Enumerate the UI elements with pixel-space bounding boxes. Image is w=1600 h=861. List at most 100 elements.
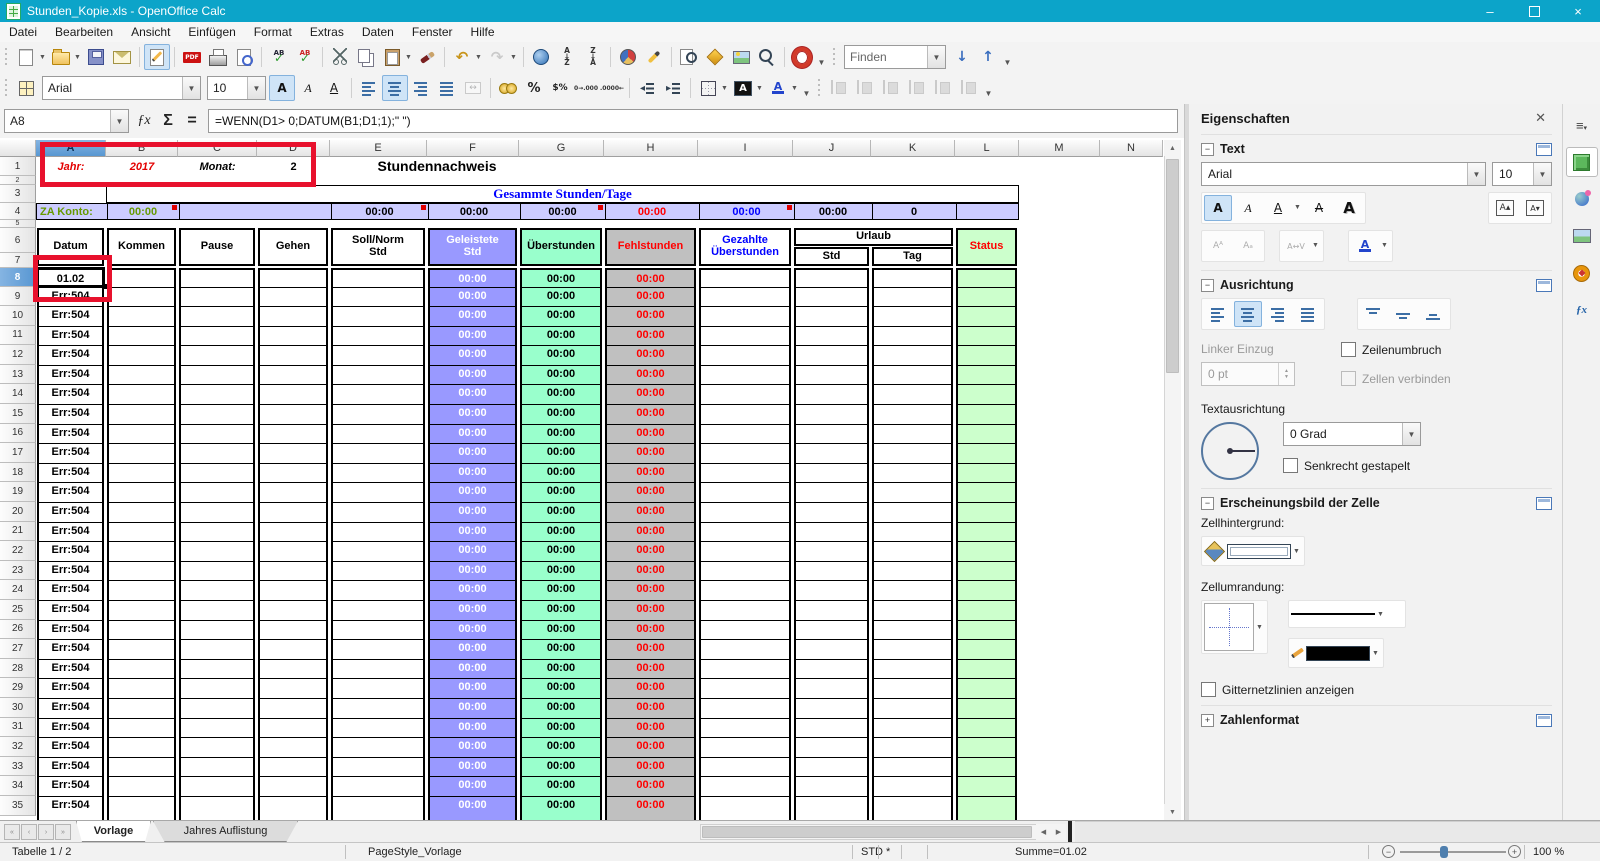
- collapse-text-section-icon[interactable]: −: [1201, 142, 1214, 156]
- sidebar-close-icon[interactable]: ✕: [1529, 110, 1552, 126]
- percent-format-button[interactable]: [521, 75, 547, 101]
- row-header-26[interactable]: 26: [0, 619, 36, 640]
- row-header-14[interactable]: 14: [0, 384, 36, 404]
- menu-daten[interactable]: Daten: [353, 23, 403, 41]
- scroll-down-icon[interactable]: ▼: [1164, 804, 1181, 820]
- cell-G26[interactable]: 00:00: [522, 620, 600, 640]
- cell-H12[interactable]: 00:00: [607, 345, 694, 365]
- table-header-soll-norm-std[interactable]: Soll/Norm Std: [331, 228, 425, 266]
- increase-indent-button[interactable]: [660, 75, 686, 101]
- cell-H23[interactable]: 00:00: [607, 561, 694, 581]
- open-button[interactable]: [48, 44, 74, 70]
- cell-G11[interactable]: 00:00: [522, 326, 600, 346]
- border-line-style-select[interactable]: ▼: [1288, 600, 1406, 628]
- cell-H24[interactable]: 00:00: [607, 580, 694, 600]
- cell-H27[interactable]: 00:00: [607, 639, 694, 659]
- cell-A29[interactable]: Err:504: [39, 678, 102, 698]
- border-picker-dropdown[interactable]: ▼: [1254, 615, 1265, 639]
- za-value-b4[interactable]: 00:00: [107, 204, 179, 219]
- cell-A16[interactable]: Err:504: [39, 424, 102, 444]
- standard-format-button[interactable]: [547, 75, 573, 101]
- cell-A14[interactable]: Err:504: [39, 384, 102, 404]
- cell-G18[interactable]: 00:00: [522, 463, 600, 483]
- cell-F21[interactable]: 00:00: [430, 522, 515, 542]
- cell-A35[interactable]: Err:504: [39, 796, 102, 816]
- cell-A17[interactable]: Err:504: [39, 443, 102, 463]
- sidebar-font-color-button[interactable]: [1351, 233, 1379, 259]
- cell-A32[interactable]: Err:504: [39, 737, 102, 757]
- rotation-degrees-dropdown-icon[interactable]: ▼: [1402, 423, 1420, 445]
- align-center-button[interactable]: [382, 75, 408, 101]
- cell-G16[interactable]: 00:00: [522, 424, 600, 444]
- merge-cells-button[interactable]: [460, 75, 486, 101]
- page-style[interactable]: PageStyle_Vorlage: [368, 843, 462, 861]
- cell-H26[interactable]: 00:00: [607, 620, 694, 640]
- column-J-data[interactable]: [794, 268, 869, 820]
- column-E-data[interactable]: [331, 268, 425, 820]
- superscript-button[interactable]: Aᴬ: [1204, 233, 1232, 259]
- selection-mode[interactable]: STD: [861, 843, 883, 861]
- horizontal-scrollbar-thumb[interactable]: [702, 826, 1032, 838]
- cell-A19[interactable]: Err:504: [39, 482, 102, 502]
- close-button[interactable]: ×: [1556, 0, 1600, 22]
- summary-heading-cell[interactable]: Gesammte Stunden/Tage: [106, 185, 1019, 203]
- sidebar-strikethrough-button[interactable]: [1305, 195, 1333, 221]
- equals-button[interactable]: =: [180, 110, 204, 132]
- sheet-tab-jahres-auflistung[interactable]: Jahres Auflistung: [153, 821, 298, 842]
- sidebar-align-right-button[interactable]: [1264, 301, 1292, 327]
- cell-A33[interactable]: Err:504: [39, 757, 102, 777]
- sidebar-tab-styles[interactable]: [1566, 184, 1598, 214]
- cell-F34[interactable]: 00:00: [430, 776, 515, 796]
- cell-G9[interactable]: 00:00: [522, 287, 600, 306]
- cell-G32[interactable]: 00:00: [522, 737, 600, 757]
- cell-H31[interactable]: 00:00: [607, 718, 694, 738]
- cell-F32[interactable]: 00:00: [430, 737, 515, 757]
- scroll-up-icon[interactable]: ▲: [1164, 140, 1181, 156]
- sort-descending-button[interactable]: Z ↓ A: [580, 44, 606, 70]
- column-H-data[interactable]: 00:00 00:00 00:00 00:00 00:00 00:00 00:00 00:00…: [605, 268, 696, 820]
- new-document-button[interactable]: [13, 44, 39, 70]
- minimize-button[interactable]: –: [1468, 0, 1512, 22]
- find-next-button[interactable]: [949, 44, 975, 70]
- cell-F18[interactable]: 00:00: [430, 463, 515, 483]
- add-decimal-button[interactable]: [573, 75, 599, 101]
- cell-H22[interactable]: 00:00: [607, 541, 694, 561]
- sidebar-align-left-button[interactable]: [1204, 301, 1232, 327]
- cell-A15[interactable]: Err:504: [39, 404, 102, 424]
- cell-G13[interactable]: 00:00: [522, 365, 600, 385]
- previous-sheet-button[interactable]: ‹: [21, 824, 37, 840]
- window-split-handle[interactable]: [1068, 821, 1072, 843]
- rotation-degrees-select[interactable]: 0 Grad ▼: [1283, 422, 1421, 446]
- row-header-3[interactable]: 3: [0, 185, 36, 203]
- border-picker[interactable]: [1204, 603, 1254, 651]
- format-paintbrush-button[interactable]: [414, 44, 440, 70]
- cell-F22[interactable]: 00:00: [430, 541, 515, 561]
- sidebar-font-color-dropdown[interactable]: ▼: [1379, 233, 1390, 257]
- background-color-dropdown[interactable]: ▼: [754, 76, 765, 100]
- cell-H25[interactable]: 00:00: [607, 600, 694, 620]
- column-D-data[interactable]: [258, 268, 328, 820]
- table-header-geleistete-std[interactable]: Geleistete Std: [428, 228, 517, 266]
- cell-background-button[interactable]: ▼: [1201, 536, 1305, 566]
- zoom-slider-thumb[interactable]: [1440, 846, 1448, 858]
- underline-button[interactable]: [321, 75, 347, 101]
- column-F-data[interactable]: 00:00 00:00 00:00 00:00 00:00 00:00 00:00 00:00…: [428, 268, 517, 820]
- cell-F12[interactable]: 00:00: [430, 345, 515, 365]
- column-header-L[interactable]: L: [955, 140, 1019, 157]
- cell-F20[interactable]: 00:00: [430, 502, 515, 522]
- cell-G15[interactable]: 00:00: [522, 404, 600, 424]
- cell-H13[interactable]: 00:00: [607, 365, 694, 385]
- row-header-5[interactable]: 5: [0, 220, 36, 228]
- menu-ansicht[interactable]: Ansicht: [122, 23, 179, 41]
- cell-H11[interactable]: 00:00: [607, 326, 694, 346]
- cell-H34[interactable]: 00:00: [607, 776, 694, 796]
- find-text-input[interactable]: Finden ▼: [844, 45, 946, 69]
- cell-H17[interactable]: 00:00: [607, 443, 694, 463]
- row-header-29[interactable]: 29: [0, 678, 36, 698]
- row-header-17[interactable]: 17: [0, 443, 36, 463]
- font-name-select-dropdown-icon[interactable]: ▼: [182, 77, 200, 99]
- character-spacing-button[interactable]: A↔V: [1282, 233, 1310, 259]
- cell-F31[interactable]: 00:00: [430, 718, 515, 738]
- new-document-dropdown[interactable]: ▼: [37, 45, 48, 69]
- sidebar-justify-button[interactable]: [1294, 301, 1322, 327]
